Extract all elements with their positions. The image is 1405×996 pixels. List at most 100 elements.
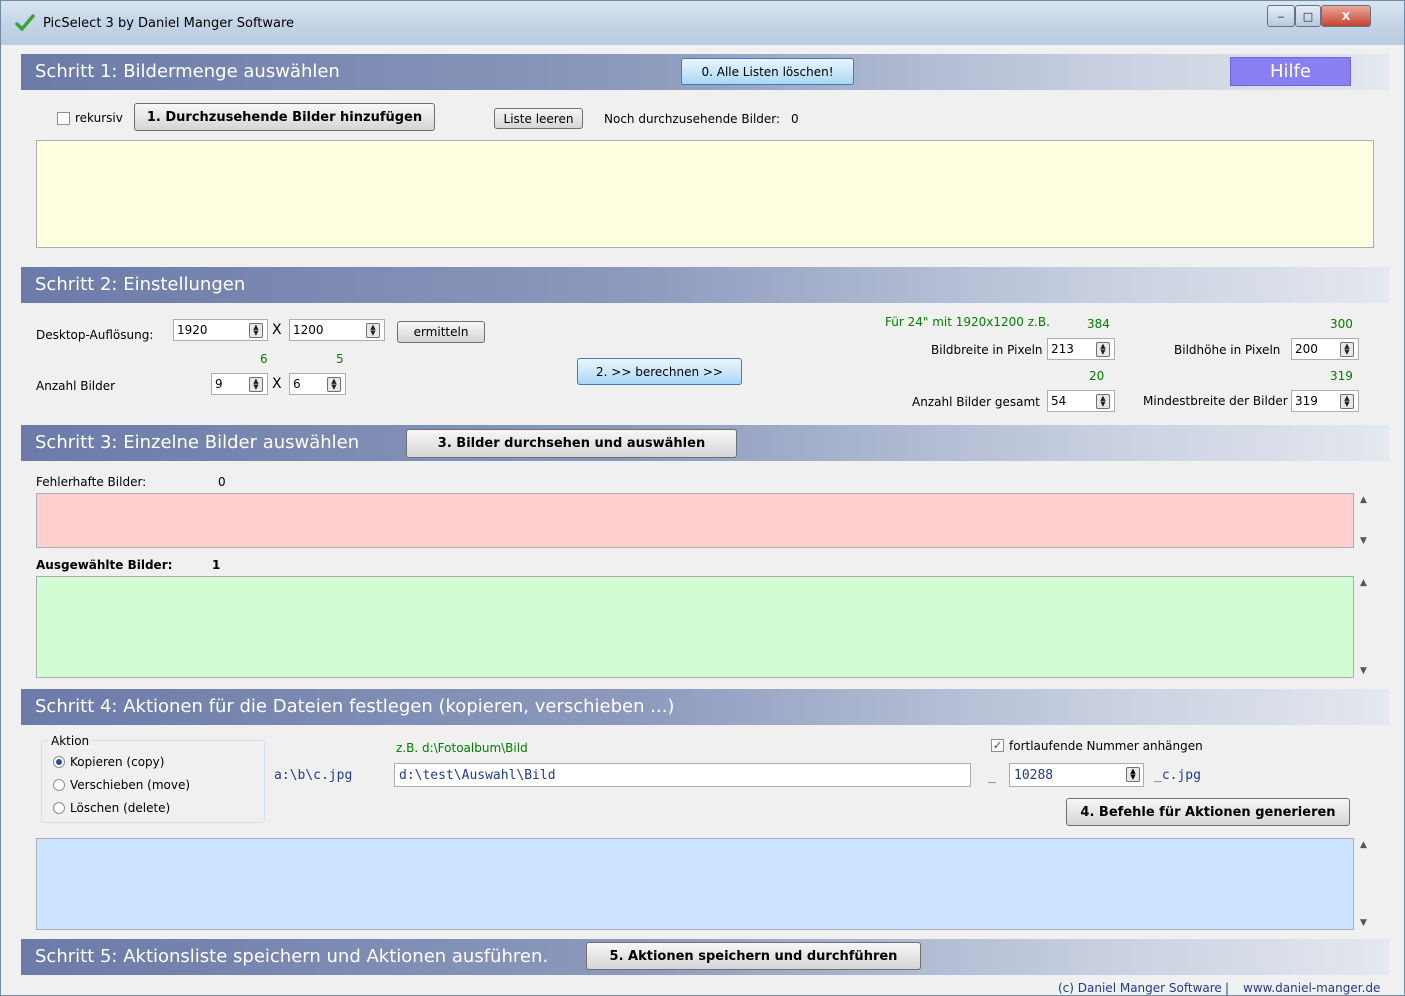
minimize-icon: ‒ [1277,9,1285,23]
move-radio-label: Verschieben (move) [70,778,191,792]
times-sign: X [272,322,282,338]
delete-radio[interactable] [53,802,65,814]
remaining-label: Noch durchzusehende Bilder: [604,112,781,126]
total-images-spinner[interactable]: 54 ▲ ▼ [1047,390,1115,412]
image-width-value: 213 [1051,342,1074,356]
browse-images-button[interactable]: 3. Bilder durchsehen und auswählen [406,429,737,458]
checkmark-icon [15,14,35,31]
hint-total: 20 [1089,369,1105,383]
determine-button[interactable]: ermitteln [397,321,485,343]
spinner-arrows-icon[interactable]: ▲ ▼ [327,377,341,392]
spinner-arrows-icon[interactable]: ▲ ▼ [249,323,263,338]
title-bar[interactable]: PicSelect 3 by Daniel Manger Software ‒ … [1,1,1404,45]
image-count-label: Anzahl Bilder [36,379,116,393]
step2-header: Schritt 2: Einstellungen [21,267,1389,303]
scroll-up-icon[interactable]: ▲ [1355,578,1372,588]
scroll-down-icon[interactable]: ▼ [1355,666,1372,676]
rows-value: 6 [293,377,301,391]
source-example: a:\b\c.jpg [274,768,353,783]
separator-label: _ [988,769,996,784]
filename-suffix: _c.jpg [1154,768,1201,783]
footer-divider: | [1225,981,1230,995]
recursive-label: rekursiv [75,111,123,125]
website-link[interactable]: www.daniel-manger.de [1243,981,1380,995]
clear-list-button[interactable]: Liste leeren [494,108,583,129]
desktop-height-spinner[interactable]: 1200 ▲ ▼ [289,319,385,341]
add-images-button[interactable]: 1. Durchzusehende Bilder hinzufügen [134,103,435,131]
step3-title: Schritt 3: Einzelne Bilder auswählen [35,432,360,453]
checkmark-icon: ✓ [992,739,1003,752]
desktop-height-value: 1200 [293,323,324,337]
action-group-label: Aktion [49,734,92,748]
image-height-label: Bildhöhe in Pixeln [1174,343,1281,357]
desktop-width-spinner[interactable]: 1920 ▲ ▼ [173,319,268,341]
step4-title: Schritt 4: Aktionen für die Dateien fest… [35,696,675,717]
spinner-arrows-icon[interactable]: ▲ ▼ [1096,342,1110,357]
faulty-images-list[interactable] [36,493,1354,548]
selected-list-scrollbar[interactable]: ▲ ▼ [1355,576,1372,678]
maximize-icon: □ [1302,9,1314,23]
selected-images-label: Ausgewählte Bilder: [36,558,173,572]
hint-rows: 5 [336,352,344,366]
commands-list-scrollbar[interactable]: ▲ ▼ [1355,838,1372,930]
scroll-up-icon[interactable]: ▲ [1355,840,1372,850]
sequence-number-value: 10288 [1014,768,1054,783]
total-images-value: 54 [1051,394,1067,408]
spinner-arrows-icon[interactable]: ▲ ▼ [1126,767,1140,782]
commands-list[interactable] [36,838,1354,930]
times-sign: X [272,376,282,392]
sequence-number-spinner[interactable]: 10288 ▲ ▼ [1009,763,1144,787]
example-hint: Für 24" mit 1920x1200 z.B. [885,315,1050,329]
images-to-review-list[interactable] [36,140,1374,248]
image-height-value: 200 [1295,342,1318,356]
minimize-button[interactable]: ‒ [1267,5,1295,27]
scroll-up-icon[interactable]: ▲ [1355,495,1372,505]
selected-images-list[interactable] [36,576,1354,678]
spinner-arrows-icon[interactable]: ▲ ▼ [1340,342,1354,357]
desktop-width-value: 1920 [177,323,208,337]
recursive-checkbox[interactable] [57,112,70,125]
rows-spinner[interactable]: 6 ▲ ▼ [289,373,346,395]
hint-height: 300 [1330,317,1353,331]
faulty-images-count: 0 [218,475,226,489]
copy-radio[interactable] [53,756,65,768]
columns-spinner[interactable]: 9 ▲ ▼ [211,373,268,395]
step2-title: Schritt 2: Einstellungen [35,274,246,295]
maximize-button[interactable]: □ [1295,5,1321,27]
image-width-label: Bildbreite in Pixeln [931,343,1043,357]
step5-title: Schritt 5: Aktionsliste speichern und Ak… [35,946,549,967]
execute-actions-button[interactable]: 5. Aktionen speichern und durchführen [586,942,921,970]
scroll-down-icon[interactable]: ▼ [1355,918,1372,928]
help-button[interactable]: Hilfe [1230,57,1351,86]
close-button[interactable]: X [1321,5,1371,27]
desktop-resolution-label: Desktop-Auflösung: [36,328,154,342]
image-width-spinner[interactable]: 213 ▲ ▼ [1047,338,1115,360]
total-images-label: Anzahl Bilder gesamt [912,395,1040,409]
min-width-spinner[interactable]: 319 ▲ ▼ [1291,390,1359,412]
generate-commands-button[interactable]: 4. Befehle für Aktionen generieren [1066,798,1350,826]
selected-images-count: 1 [212,558,221,572]
image-height-spinner[interactable]: 200 ▲ ▼ [1291,338,1359,360]
window-title: PicSelect 3 by Daniel Manger Software [43,16,295,31]
copy-radio-label: Kopieren (copy) [70,755,165,769]
scroll-down-icon[interactable]: ▼ [1355,536,1372,546]
calculate-button[interactable]: 2. >> berechnen >> [577,358,742,385]
spinner-arrows-icon[interactable]: ▲ ▼ [366,323,380,338]
delete-radio-label: Löschen (delete) [70,801,171,815]
hint-min-width: 319 [1330,369,1353,383]
move-radio[interactable] [53,779,65,791]
target-path-hint: z.B. d:\Fotoalbum\Bild [396,741,528,755]
clear-all-lists-button[interactable]: 0. Alle Listen löschen! [681,58,854,85]
spinner-arrows-icon[interactable]: ▲ ▼ [1096,394,1110,409]
spinner-arrows-icon[interactable]: ▲ ▼ [1340,394,1354,409]
hint-columns: 6 [260,352,268,366]
target-path-input[interactable]: d:\test\Auswahl\Bild [394,763,971,787]
close-icon: X [1341,9,1351,23]
step4-header: Schritt 4: Aktionen für die Dateien fest… [21,689,1389,725]
remaining-count: 0 [791,112,799,126]
spinner-arrows-icon[interactable]: ▲ ▼ [249,377,263,392]
sequence-number-checkbox[interactable]: ✓ [991,739,1004,752]
copyright-text: (c) Daniel Manger Software [1058,981,1222,995]
faulty-list-scrollbar[interactable]: ▲ ▼ [1355,493,1372,548]
min-width-value: 319 [1295,394,1318,408]
